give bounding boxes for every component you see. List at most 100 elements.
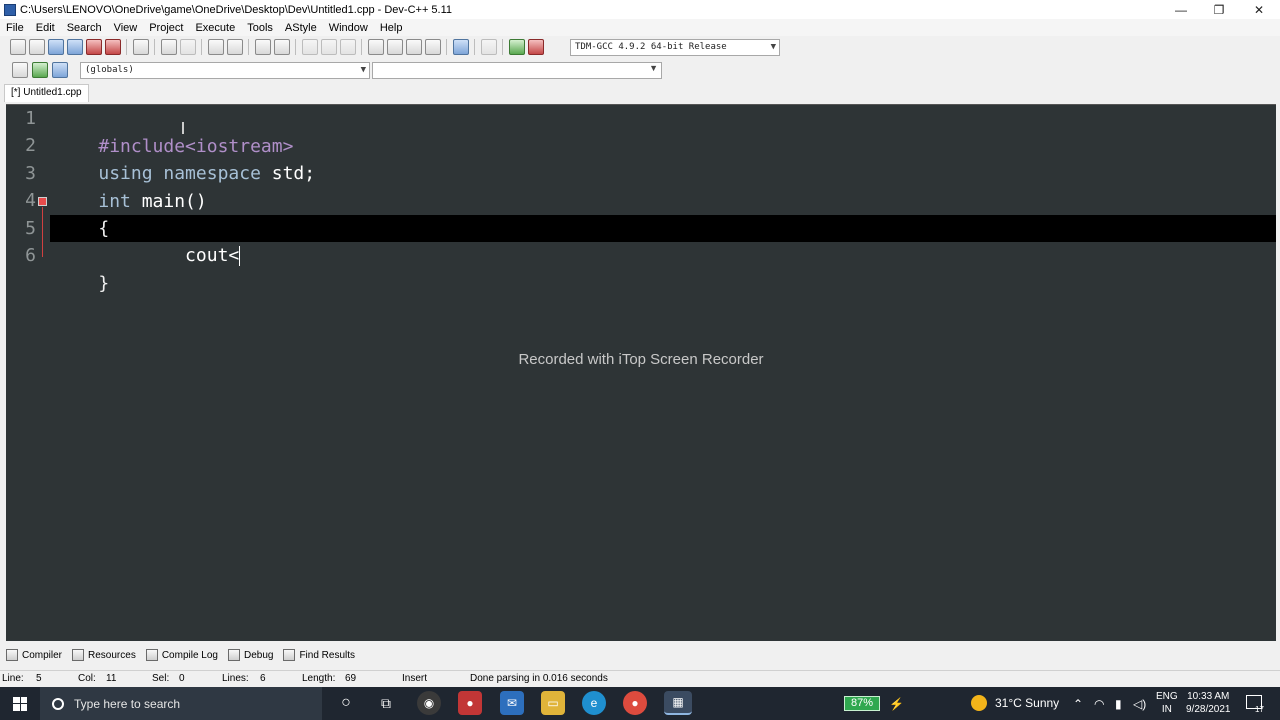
code-editor[interactable]: 1 2 3 4 5 6 #include<iostream> using nam… [6,104,1276,641]
goto-line-icon[interactable] [254,39,271,55]
undo-icon[interactable] [160,39,177,55]
resources-icon [72,649,85,661]
file-explorer-icon[interactable]: ▭ [541,691,565,715]
open-file-icon[interactable] [28,39,45,55]
close-button[interactable]: ✕ [1240,0,1278,19]
save-icon[interactable] [47,39,64,55]
delete-profile-icon[interactable] [527,39,544,55]
clock[interactable]: 10:33 AM 9/28/2021 [1186,690,1231,716]
menu-search[interactable]: Search [61,22,108,34]
title-bar: C:\Users\LENOVO\OneDrive\game\OneDrive\D… [0,0,1280,19]
tab-label: Debug [243,649,274,661]
chevron-down-icon: ▼ [649,63,658,73]
menu-astyle[interactable]: AStyle [279,22,323,34]
menu-window[interactable]: Window [323,22,374,34]
tab-resources[interactable]: Resources [72,649,136,661]
line-number: 4 [25,190,36,211]
new-project-icon[interactable] [367,39,384,55]
taskbar-search-box[interactable]: Type here to search [40,687,322,720]
line-number: 1 [25,108,36,129]
code-line: using namespace std; [55,133,315,184]
compile-log-icon [145,649,158,661]
new-file-icon[interactable] [9,39,26,55]
toolbar-separator [446,39,447,55]
weather-sun-icon [971,695,987,711]
language-indicator[interactable]: ENG IN [1156,690,1178,716]
close-file-icon[interactable] [85,39,102,55]
project-options-icon[interactable] [405,39,422,55]
battery-indicator: 87% [844,696,880,711]
close-all-icon[interactable] [104,39,121,55]
edge-browser-icon[interactable]: e [582,691,606,715]
status-col-value: 11 [106,673,117,684]
menu-view[interactable]: View [108,22,144,34]
members-select[interactable]: ▼ [372,62,662,79]
mouse-ibeam-cursor [182,122,184,134]
bookmark-icon[interactable] [51,62,68,78]
minimize-button[interactable]: — [1162,0,1200,19]
chevron-up-icon[interactable]: ⌃ [1073,697,1083,711]
file-tab-bar: [*] Untitled1.cpp [0,84,1280,102]
redo-icon[interactable] [179,39,196,55]
goto-icon[interactable] [31,62,48,78]
tab-compiler[interactable]: Compiler [6,649,62,661]
toggle-bookmark-icon[interactable] [273,39,290,55]
devcpp-taskbar-icon[interactable]: ▦ [664,691,692,715]
toolbar-separator [474,39,475,55]
tab-label: Compiler [22,649,63,661]
code-token: } [98,273,110,294]
status-bar: Line: 5 Col: 11 Sel: 0 Lines: 6 Length: … [0,670,1280,686]
menu-edit[interactable]: Edit [30,22,61,34]
start-button[interactable] [0,687,40,720]
save-all-icon[interactable] [66,39,83,55]
line-number: 2 [25,135,36,156]
menu-project[interactable]: Project [143,22,189,34]
toolbar-separator [361,39,362,55]
tab-untitled1[interactable]: [*] Untitled1.cpp [4,84,89,102]
status-line-label: Line: [2,673,24,684]
tab-find-results[interactable]: Find Results [283,649,355,661]
mail-icon[interactable]: ✉ [500,691,524,715]
microphone-icon[interactable]: ▮ [1115,697,1122,711]
tab-compile-log[interactable]: Compile Log [145,649,218,661]
search-icon [52,697,64,710]
maximize-button[interactable]: ❐ [1200,0,1238,19]
weather-text[interactable]: 31°C Sunny [995,696,1059,710]
comment-icon[interactable] [339,39,356,55]
find-results-icon [283,649,296,661]
check-syntax-icon[interactable] [452,39,469,55]
line-number: 5 [25,218,36,239]
print-icon[interactable] [132,39,149,55]
tab-label: Resources [88,649,136,661]
replace-icon[interactable] [226,39,243,55]
chrome-browser-icon[interactable]: ● [623,691,647,715]
profile-chart-icon[interactable] [508,39,525,55]
scope-select[interactable]: (globals) ▼ [80,62,370,79]
itop-recorder-icon[interactable]: ● [458,691,482,715]
menu-tools[interactable]: Tools [241,22,279,34]
menu-bar: File Edit Search View Project Execute To… [0,19,1280,36]
chevron-down-icon: ▼ [360,65,366,75]
status-length-label: Length: [302,673,336,684]
volume-icon[interactable]: ◁) [1133,697,1146,711]
insert-code-icon[interactable] [11,62,28,78]
menu-file[interactable]: File [0,22,30,34]
code-token: main() [130,191,207,212]
stop-execution-icon[interactable] [480,39,497,55]
cortana-icon[interactable]: ○ [334,691,358,715]
windows-taskbar: Type here to search ○ ⧉ ◉ ● ✉ ▭ e ● ▦ 87… [0,687,1280,720]
menu-help[interactable]: Help [374,22,409,34]
compiler-select[interactable]: TDM-GCC 4.9.2 64-bit Release ▼ [570,39,780,56]
media-player-icon[interactable]: ◉ [417,691,441,715]
fold-collapse-icon[interactable] [38,197,47,206]
task-view-icon[interactable]: ⧉ [374,691,398,715]
class-browser-icon[interactable] [424,39,441,55]
wifi-icon[interactable]: ◠ [1094,697,1104,711]
code-line-current: cout< [55,215,241,266]
find-icon[interactable] [207,39,224,55]
unindent-icon[interactable] [320,39,337,55]
indent-icon[interactable] [301,39,318,55]
menu-execute[interactable]: Execute [189,22,241,34]
tab-debug[interactable]: Debug [227,649,274,661]
window-layout-icon[interactable] [386,39,403,55]
